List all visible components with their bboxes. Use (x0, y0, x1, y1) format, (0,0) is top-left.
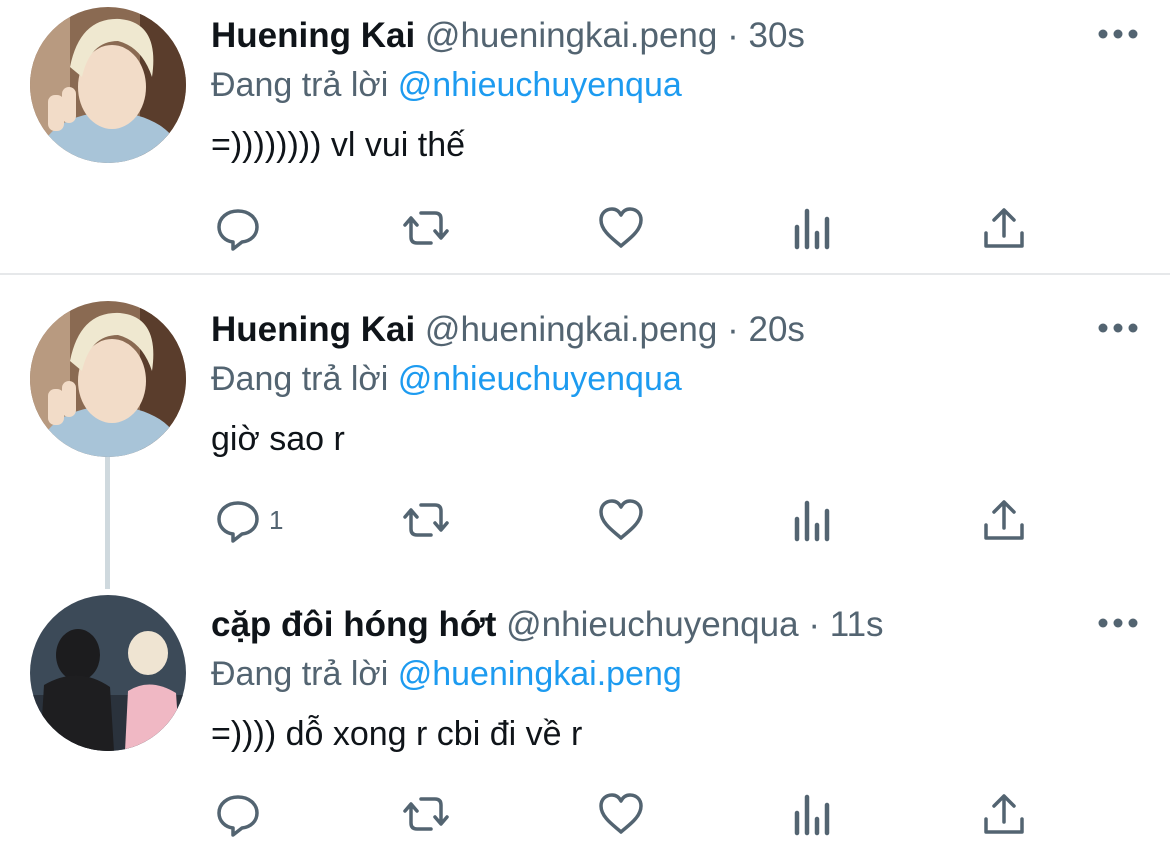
reply-button[interactable]: 1 (213, 495, 283, 545)
replying-prefix: Đang trả lời (211, 66, 389, 104)
more-icon (1098, 618, 1138, 628)
tweet-header: cặp đôi hóng hớt @nhieuchuyenqua · 11s (211, 603, 1090, 647)
retweet-icon (403, 797, 449, 831)
like-button[interactable] (596, 789, 646, 839)
user-handle[interactable]: @nhieuchuyenqua (506, 605, 798, 644)
display-name[interactable]: Huening Kai (211, 310, 415, 349)
retweet-button[interactable] (401, 495, 451, 545)
avatar-image (30, 7, 186, 163)
analytics-icon (794, 500, 830, 542)
replying-to: Đang trả lời @nhieuchuyenqua (211, 63, 682, 107)
share-icon (984, 794, 1024, 834)
analytics-button[interactable] (788, 203, 838, 253)
avatar-image (30, 595, 186, 751)
reply-count: 1 (269, 504, 284, 535)
share-icon (984, 208, 1024, 248)
more-options-button[interactable] (1096, 24, 1140, 44)
retweet-button[interactable] (401, 789, 451, 839)
timestamp[interactable]: 30s (748, 16, 804, 55)
share-button[interactable] (979, 789, 1029, 839)
reply-icon (217, 209, 259, 251)
reply-button[interactable] (213, 789, 269, 839)
retweet-icon (403, 211, 449, 245)
retweet-button[interactable] (401, 203, 451, 253)
share-icon (984, 500, 1024, 540)
like-button[interactable] (596, 203, 646, 253)
tweet-3[interactable]: cặp đôi hóng hớt @nhieuchuyenqua · 11s Đ… (0, 575, 1170, 861)
analytics-button[interactable] (788, 495, 838, 545)
like-icon (599, 793, 643, 834)
replying-to: Đang trả lời @nhieuchuyenqua (211, 357, 682, 401)
mention-link[interactable]: @nhieuchuyenqua (398, 360, 682, 398)
more-icon (1098, 323, 1138, 333)
like-icon (599, 207, 643, 248)
avatar-image (30, 301, 186, 457)
tweet-2[interactable]: Huening Kai @hueningkai.peng · 20s Đang … (0, 275, 1170, 575)
replying-prefix: Đang trả lời (211, 360, 389, 398)
analytics-icon (794, 794, 830, 836)
mention-link[interactable]: @nhieuchuyenqua (398, 66, 682, 104)
analytics-button[interactable] (788, 789, 838, 839)
avatar[interactable] (30, 7, 186, 163)
user-handle[interactable]: @hueningkai.peng (425, 16, 717, 55)
separator-dot: · (808, 605, 820, 644)
tweet-header: Huening Kai @hueningkai.peng · 20s (211, 308, 1090, 352)
reply-icon (217, 795, 259, 837)
share-button[interactable] (979, 203, 1029, 253)
action-bar: 1 (211, 495, 1031, 545)
tweet-text: =)))) dỗ xong r cbi đi về r (211, 715, 583, 753)
user-handle[interactable]: @hueningkai.peng (425, 310, 717, 349)
reply-icon (217, 501, 259, 543)
timestamp[interactable]: 20s (748, 310, 804, 349)
avatar[interactable] (30, 595, 186, 751)
tweet-1[interactable]: Huening Kai @hueningkai.peng · 30s Đang … (0, 0, 1170, 274)
tweet-text: =)))))))) vl vui thế (211, 126, 466, 164)
separator-dot: · (727, 310, 739, 349)
more-options-button[interactable] (1096, 613, 1140, 633)
timestamp[interactable]: 11s (830, 605, 884, 644)
action-bar (211, 203, 1031, 253)
analytics-icon (794, 208, 830, 250)
reply-button[interactable] (213, 203, 269, 253)
avatar[interactable] (30, 301, 186, 457)
thread-line (105, 457, 110, 589)
retweet-icon (403, 503, 449, 537)
more-icon (1098, 29, 1138, 39)
display-name[interactable]: Huening Kai (211, 16, 415, 55)
share-button[interactable] (979, 495, 1029, 545)
tweet-text: giờ sao r (211, 420, 345, 458)
display-name[interactable]: cặp đôi hóng hớt (211, 605, 496, 644)
separator-dot: · (727, 16, 739, 55)
like-button[interactable] (596, 495, 646, 545)
action-bar (211, 789, 1031, 839)
replying-to: Đang trả lời @hueningkai.peng (211, 652, 682, 696)
more-options-button[interactable] (1096, 318, 1140, 338)
tweet-header: Huening Kai @hueningkai.peng · 30s (211, 14, 1090, 58)
replying-prefix: Đang trả lời (211, 655, 389, 693)
like-icon (599, 499, 643, 540)
mention-link[interactable]: @hueningkai.peng (398, 655, 682, 693)
